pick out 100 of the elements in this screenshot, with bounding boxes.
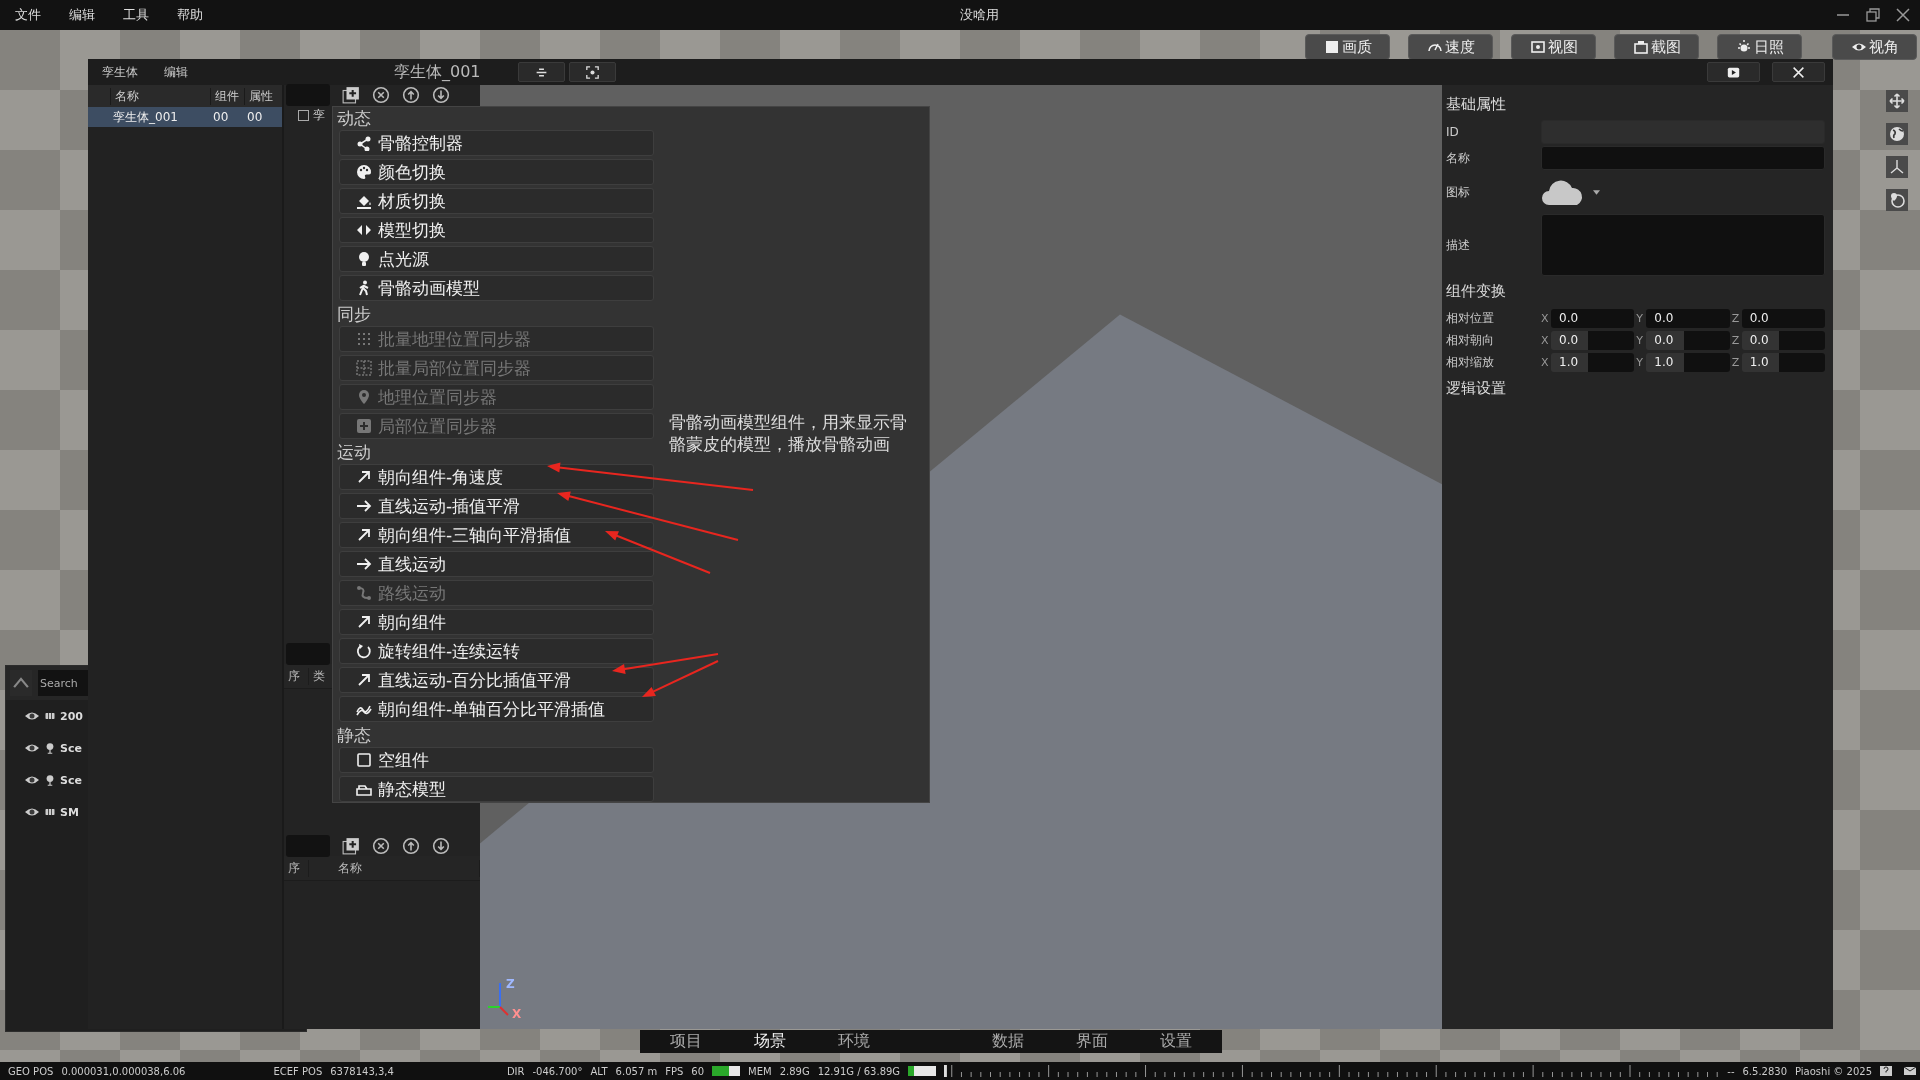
scene-item[interactable]: SM bbox=[60, 805, 79, 819]
menu-item[interactable]: 直线运动-百分比插值平滑 bbox=[339, 667, 654, 693]
menu-item[interactable]: 骨骼控制器 bbox=[339, 130, 654, 156]
description-field[interactable] bbox=[1541, 214, 1825, 276]
menu-item[interactable]: 静态模型 bbox=[339, 776, 654, 802]
cloud-icon[interactable] bbox=[1541, 178, 1585, 206]
arrow-right-icon bbox=[356, 556, 372, 572]
status-value: 6.057 m bbox=[615, 1065, 658, 1077]
tab[interactable]: 项目 bbox=[670, 1031, 702, 1052]
focus-button[interactable] bbox=[569, 62, 616, 82]
table-row[interactable]: 孪生体_001 00 00 bbox=[88, 107, 282, 127]
square-icon bbox=[356, 752, 372, 768]
toolbar-button[interactable]: 视图 bbox=[1511, 34, 1596, 60]
toolbar-button[interactable]: 画质 bbox=[1305, 34, 1390, 60]
move-down-icon[interactable] bbox=[432, 86, 450, 104]
menu-item[interactable]: 编辑 bbox=[164, 63, 188, 81]
number-field[interactable]: 0.0 bbox=[1551, 308, 1635, 328]
close-icon[interactable] bbox=[1896, 8, 1910, 22]
menu-item[interactable]: 朝向组件-三轴向平滑插值 bbox=[339, 522, 654, 548]
field-label: ID bbox=[1446, 125, 1460, 139]
menu-item[interactable]: 骨骼动画模型 bbox=[339, 275, 654, 301]
arrow-diag-icon bbox=[356, 469, 372, 485]
grid-cross-icon bbox=[356, 360, 372, 376]
tab[interactable]: 环境 bbox=[838, 1031, 870, 1052]
remove-icon[interactable] bbox=[372, 837, 390, 855]
status-label: ECEF POS bbox=[273, 1065, 323, 1077]
globe-pin-icon[interactable] bbox=[1886, 189, 1908, 211]
mail-icon[interactable] bbox=[1904, 1065, 1916, 1077]
menu-item[interactable]: 帮助 bbox=[176, 6, 218, 24]
name-field[interactable] bbox=[1541, 146, 1825, 170]
column-header: 序 bbox=[284, 859, 309, 877]
close-button[interactable] bbox=[1772, 62, 1825, 82]
scene-item[interactable]: 200 bbox=[60, 709, 83, 723]
status-value: 2.89G bbox=[779, 1065, 810, 1077]
number-field[interactable]: 1.0 bbox=[1741, 352, 1825, 372]
play-button[interactable] bbox=[1707, 62, 1760, 82]
collapse-icon[interactable] bbox=[10, 670, 32, 696]
menu-item[interactable]: 朝向组件-单轴百分比平滑插值 bbox=[339, 696, 654, 722]
number-field[interactable]: 1.0 bbox=[1646, 352, 1730, 372]
menu-item[interactable]: 孪生体 bbox=[102, 63, 138, 81]
scene-item[interactable]: Sce bbox=[60, 773, 82, 787]
tab[interactable]: 界面 bbox=[1076, 1031, 1108, 1052]
menu-item[interactable]: 旋转组件-连续运转 bbox=[339, 638, 654, 664]
timeline-ruler[interactable] bbox=[944, 1065, 1720, 1077]
tab[interactable]: 数据 bbox=[992, 1031, 1024, 1052]
axis-label: Z bbox=[1731, 311, 1741, 325]
menu-item[interactable]: 点光源 bbox=[339, 246, 654, 272]
number-field[interactable]: 0.0 bbox=[1646, 330, 1730, 350]
help-icon[interactable] bbox=[1880, 1065, 1892, 1077]
tab[interactable]: 设置 bbox=[1160, 1031, 1192, 1052]
menu-item[interactable]: 工具 bbox=[122, 6, 164, 24]
menu-item[interactable]: 材质切换 bbox=[339, 188, 654, 214]
toolbar-button[interactable]: 日照 bbox=[1717, 34, 1802, 60]
play-icon bbox=[1727, 65, 1740, 79]
fit-button[interactable] bbox=[518, 62, 565, 82]
move-icon[interactable] bbox=[1886, 90, 1908, 112]
menu-item[interactable]: 模型切换 bbox=[339, 217, 654, 243]
number-field[interactable]: 0.0 bbox=[1741, 330, 1825, 350]
toolbar-button[interactable]: 视角 bbox=[1832, 34, 1917, 60]
move-up-icon[interactable] bbox=[402, 837, 420, 855]
table-cell-text: 00 bbox=[212, 110, 230, 124]
number-field[interactable]: 1.0 bbox=[1551, 352, 1635, 372]
add-icon[interactable] bbox=[342, 86, 360, 104]
axes-icon[interactable] bbox=[1886, 156, 1908, 178]
nodes-icon bbox=[356, 135, 372, 151]
menu-item[interactable]: 颜色切换 bbox=[339, 159, 654, 185]
menu-item[interactable]: 朝向组件-角速度 bbox=[339, 464, 654, 490]
checkbox[interactable] bbox=[298, 109, 309, 121]
caret-icon[interactable] bbox=[1593, 189, 1600, 195]
move-down-icon[interactable] bbox=[432, 837, 450, 855]
status-label: MEM bbox=[748, 1065, 772, 1077]
scene-item[interactable]: Sce bbox=[60, 741, 82, 755]
axis-label: X bbox=[1541, 333, 1550, 347]
field-label: 名称 bbox=[1446, 149, 1471, 167]
column-header: 属性 bbox=[244, 87, 278, 105]
globe-icon[interactable] bbox=[1886, 123, 1908, 145]
menu-item[interactable]: 空组件 bbox=[339, 747, 654, 773]
tab[interactable]: 场景 bbox=[754, 1031, 786, 1052]
arrow-diag-icon bbox=[356, 527, 372, 543]
move-up-icon[interactable] bbox=[402, 86, 420, 104]
number-field[interactable]: 0.0 bbox=[1741, 308, 1825, 328]
add-icon[interactable] bbox=[342, 837, 360, 855]
menu-item[interactable]: 朝向组件 bbox=[339, 609, 654, 635]
field-label: 图标 bbox=[1446, 183, 1471, 201]
toolbar-button[interactable]: 截图 bbox=[1614, 34, 1699, 60]
menu-item[interactable]: 编辑 bbox=[68, 6, 110, 24]
remove-icon[interactable] bbox=[372, 86, 390, 104]
number-field[interactable]: 0.0 bbox=[1646, 308, 1730, 328]
status-value: 6378143,3,4 bbox=[330, 1065, 394, 1077]
plus-square-icon bbox=[356, 418, 372, 434]
menu-item[interactable]: 直线运动-插值平滑 bbox=[339, 493, 654, 519]
lamp-icon bbox=[44, 742, 56, 754]
restore-icon[interactable] bbox=[1866, 8, 1880, 22]
menu-item[interactable]: 直线运动 bbox=[339, 551, 654, 577]
menu-item[interactable]: 文件 bbox=[14, 6, 56, 24]
arrow-diag-icon bbox=[356, 614, 372, 630]
window-title: 没啥用 bbox=[960, 6, 999, 24]
arrow-right-icon bbox=[356, 498, 372, 514]
toolbar-button[interactable]: 速度 bbox=[1408, 34, 1493, 60]
number-field[interactable]: 0.0 bbox=[1551, 330, 1635, 350]
